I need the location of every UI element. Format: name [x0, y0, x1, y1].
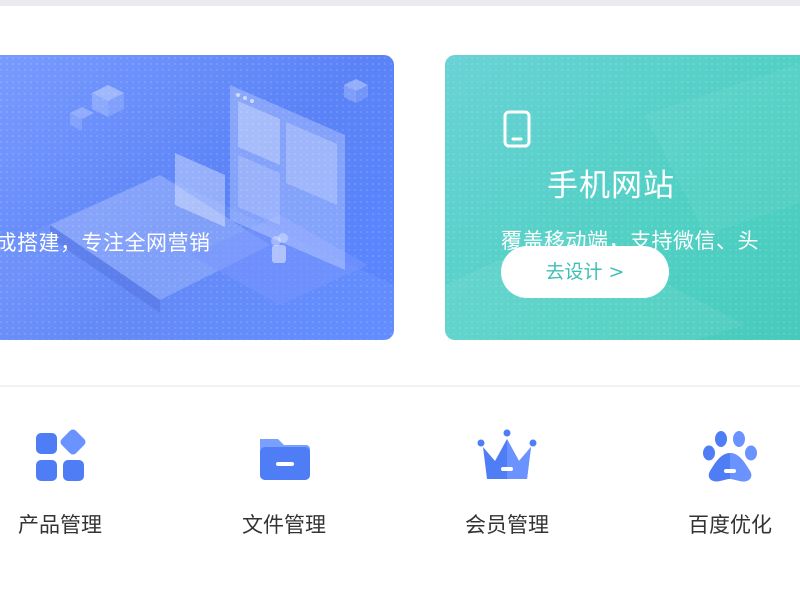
section-divider [0, 385, 800, 387]
feature-label: 会员管理 [465, 513, 549, 537]
feature-label: 百度优化 [688, 513, 772, 537]
paw-icon [703, 431, 757, 482]
feature-baidu-optimization[interactable]: 百度优化 [670, 425, 790, 539]
feature-product-management[interactable]: 产品管理 [0, 425, 120, 539]
card-description: 完成搭建，专注全网营销 [0, 231, 211, 255]
feature-member-management[interactable]: 会员管理 [447, 425, 567, 539]
go-design-button[interactable]: 去设计 > [501, 246, 669, 298]
desk-illustration [0, 79, 394, 340]
website-build-card[interactable]: 完成搭建，专注全网营销 [0, 55, 394, 340]
top-divider-strip [0, 0, 800, 6]
feature-file-management[interactable]: 文件管理 [224, 425, 344, 539]
crown-icon [477, 429, 537, 479]
feature-label: 文件管理 [242, 513, 326, 537]
feature-label: 产品管理 [18, 513, 102, 537]
folder-icon [260, 439, 310, 480]
grid-squares-icon [36, 429, 86, 481]
mobile-phone-icon [503, 110, 531, 148]
card-title: 手机网站 [547, 168, 675, 204]
